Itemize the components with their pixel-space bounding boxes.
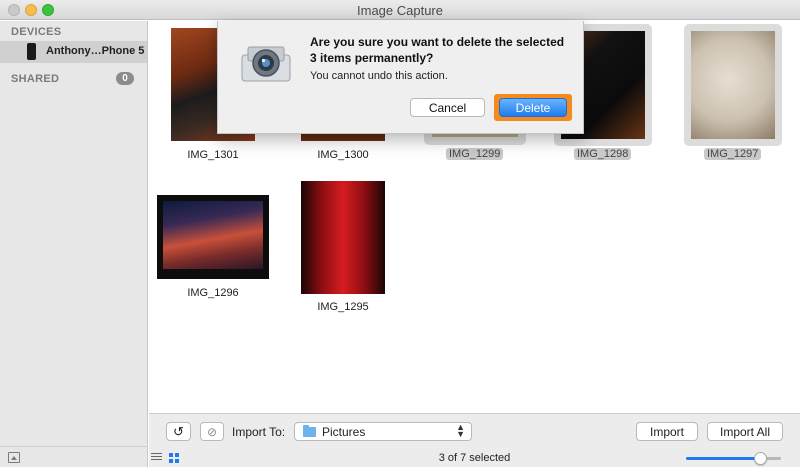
bottom-toolbar: ↺ ⊘ Import To: Pictures ▲ ▼ Import Import… xyxy=(149,413,800,467)
import-to-label: Import To: xyxy=(232,425,286,439)
photo-caption: IMG_1298 xyxy=(574,148,632,160)
dialog-title: Are you sure you want to delete the sele… xyxy=(310,35,565,65)
photo-item[interactable] xyxy=(684,24,782,146)
delete-confirmation-dialog: Are you sure you want to delete the sele… xyxy=(217,21,584,134)
thumbnail-size-slider[interactable] xyxy=(686,452,781,465)
slider-fill xyxy=(686,457,760,460)
dialog-message: You cannot undo this action. xyxy=(310,70,448,82)
shared-count-badge: 0 xyxy=(116,72,134,85)
import-destination-value: Pictures xyxy=(322,425,366,439)
sidebar-divider xyxy=(0,446,147,447)
prohibited-icon: ⊘ xyxy=(206,425,218,439)
window-title: Image Capture xyxy=(357,3,443,18)
photo-thumbnail xyxy=(691,31,775,139)
photo-caption: IMG_1300 xyxy=(317,149,369,161)
photo-item[interactable] xyxy=(157,195,269,279)
devices-section-label: DEVICES xyxy=(11,26,62,38)
import-destination-select[interactable]: Pictures ▲ ▼ xyxy=(294,422,472,441)
cancel-button[interactable]: Cancel xyxy=(410,98,485,117)
delete-items-button[interactable]: ⊘ xyxy=(200,422,224,441)
photo-caption: IMG_1299 xyxy=(446,148,504,160)
image-capture-app-icon xyxy=(241,46,291,82)
photo-thumbnail xyxy=(163,201,263,269)
photo-caption: IMG_1301 xyxy=(187,149,239,161)
import-button[interactable]: Import xyxy=(636,422,698,441)
photo-caption: IMG_1295 xyxy=(317,301,369,313)
sidebar: DEVICES Anthony…Phone 5 SHARED 0 xyxy=(0,21,148,467)
folder-icon xyxy=(303,425,316,437)
rotate-left-button[interactable]: ↺ xyxy=(166,422,191,441)
chevron-up-down-icon: ▲ ▼ xyxy=(456,422,465,439)
slider-knob[interactable] xyxy=(754,452,767,465)
photo-thumbnail xyxy=(301,181,385,294)
iphone-icon xyxy=(27,43,36,60)
photo-item[interactable] xyxy=(301,181,385,294)
import-all-button[interactable]: Import All xyxy=(707,422,783,441)
show-hide-sidebar-icon[interactable] xyxy=(8,452,20,463)
shared-section-label: SHARED xyxy=(11,73,60,85)
sidebar-item-device[interactable]: Anthony…Phone 5 xyxy=(0,41,147,63)
delete-button[interactable]: Delete xyxy=(499,98,567,117)
rotate-left-icon: ↺ xyxy=(173,424,184,439)
title-bar: Image Capture xyxy=(0,0,800,20)
photo-caption: IMG_1297 xyxy=(704,148,762,160)
device-label: Anthony…Phone 5 xyxy=(46,45,145,57)
photo-caption: IMG_1296 xyxy=(187,287,239,299)
